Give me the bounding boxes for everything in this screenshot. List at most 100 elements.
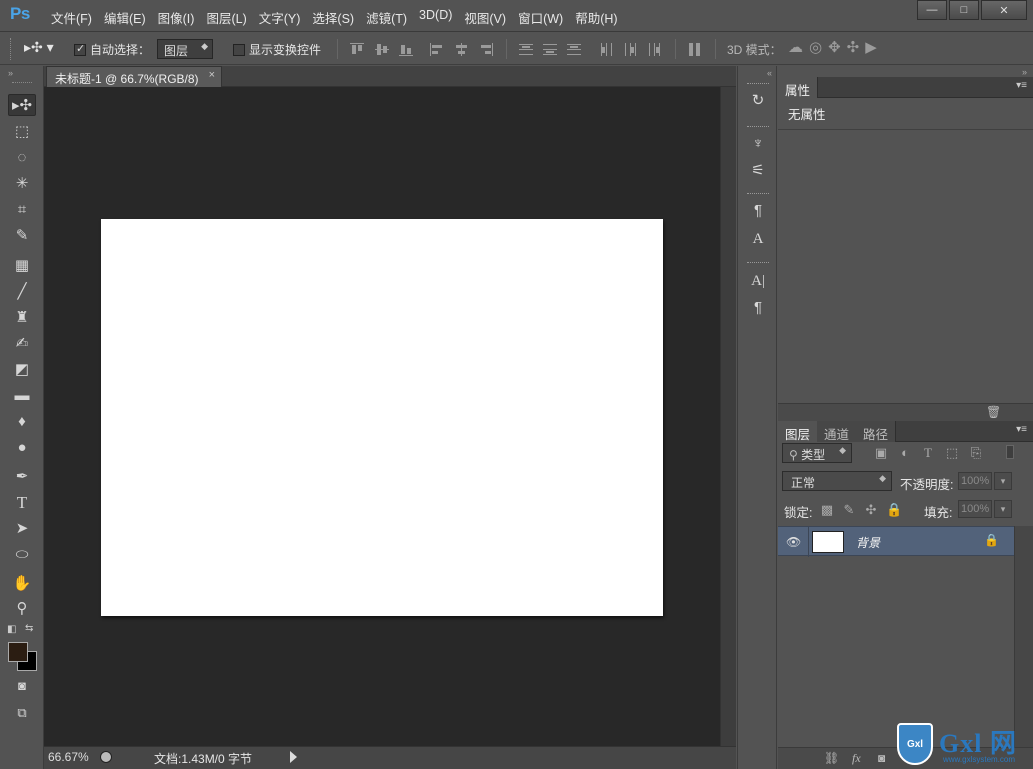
- document-canvas[interactable]: [101, 219, 663, 616]
- blend-mode-dropdown[interactable]: 正常 ◆: [782, 471, 892, 491]
- dock-grip[interactable]: [747, 262, 769, 265]
- dodge-tool-icon[interactable]: ●: [8, 437, 36, 459]
- eyedropper-icon[interactable]: ✎: [8, 225, 36, 247]
- distribute-top-icon[interactable]: [519, 43, 533, 56]
- trash-icon[interactable]: 🗑: [986, 405, 1001, 419]
- magic-wand-icon[interactable]: ✳: [8, 173, 36, 195]
- align-vcenter-icon[interactable]: [375, 43, 389, 56]
- default-colors-icon[interactable]: ◧: [7, 624, 16, 635]
- link-layers-icon[interactable]: ⛓: [824, 751, 839, 765]
- layer-mask-icon[interactable]: ◙: [878, 751, 885, 765]
- type-filter-icon[interactable]: T: [921, 446, 935, 460]
- zoom-level[interactable]: 66.67%: [48, 750, 89, 764]
- align-left-icon[interactable]: [430, 43, 444, 56]
- dock-grip[interactable]: [747, 126, 769, 129]
- distribute-right-icon[interactable]: [648, 43, 662, 56]
- menu-filter[interactable]: 滤镜(T): [361, 8, 412, 27]
- pixel-filter-icon[interactable]: ▣: [874, 446, 888, 460]
- quick-mask-icon[interactable]: ◙: [8, 675, 36, 697]
- menu-image[interactable]: 图像(I): [153, 8, 200, 27]
- path-selection-icon[interactable]: ➤: [8, 518, 36, 540]
- document-tab[interactable]: 未标题-1 @ 66.7%(RGB/8) ×: [46, 66, 222, 87]
- type-tool-icon[interactable]: T: [8, 492, 36, 514]
- layer-row-background[interactable]: 👁 背景 🔒: [778, 526, 1014, 557]
- lasso-tool-icon[interactable]: ◌: [8, 147, 36, 169]
- history-brush-icon[interactable]: ✍: [8, 333, 36, 355]
- lock-all-icon[interactable]: 🔒: [886, 503, 902, 517]
- panel-menu-icon[interactable]: ▾≡: [1016, 424, 1027, 435]
- lock-transparent-icon[interactable]: ▩: [820, 503, 834, 517]
- healing-brush-icon[interactable]: ▦: [8, 255, 36, 277]
- close-tab-icon[interactable]: ×: [209, 69, 215, 81]
- distribute-bottom-icon[interactable]: [567, 43, 581, 56]
- menu-layer[interactable]: 图层(L): [201, 8, 251, 27]
- menu-help[interactable]: 帮助(H): [570, 8, 622, 27]
- brush-presets-icon[interactable]: ♆: [746, 133, 770, 155]
- shape-filter-icon[interactable]: ⬚: [945, 446, 959, 460]
- lock-position-icon[interactable]: ✣: [864, 503, 878, 517]
- tool-presets-icon[interactable]: ⚟: [746, 160, 770, 182]
- close-button[interactable]: ✕: [981, 0, 1027, 20]
- history-panel-icon[interactable]: ↻: [746, 90, 770, 112]
- distribute-vcenter-icon[interactable]: [543, 43, 557, 56]
- vertical-scrollbar[interactable]: [720, 87, 736, 746]
- character-styles-icon[interactable]: A: [746, 228, 770, 250]
- dock-grip[interactable]: [747, 83, 769, 86]
- fill-arrow-icon[interactable]: ▾: [994, 500, 1012, 518]
- paragraph-panel-icon[interactable]: ¶: [746, 297, 770, 319]
- distribute-hcenter-icon[interactable]: [624, 43, 638, 56]
- layers-list-empty-area[interactable]: [778, 557, 1014, 747]
- eraser-icon[interactable]: ◩: [8, 359, 36, 381]
- crop-tool-icon[interactable]: ⌗: [8, 199, 36, 221]
- distribute-left-icon[interactable]: [600, 43, 614, 56]
- swap-colors-icon[interactable]: ⇆: [25, 623, 33, 634]
- menu-view[interactable]: 视图(V): [459, 8, 511, 27]
- restore-button[interactable]: □: [949, 0, 979, 20]
- panel-menu-icon[interactable]: ▾≡: [1016, 80, 1027, 91]
- move-tool-icon[interactable]: ▸✣: [8, 94, 36, 116]
- layer-filter-dropdown[interactable]: ⚲ 类型 ◆: [782, 443, 852, 463]
- align-top-icon[interactable]: [350, 43, 364, 56]
- opacity-input[interactable]: 100%: [958, 472, 992, 490]
- adjustment-filter-icon[interactable]: ◐: [898, 446, 912, 460]
- tab-channels[interactable]: 通道: [817, 421, 858, 442]
- character-panel-icon[interactable]: A|: [746, 270, 770, 292]
- status-menu-arrow-icon[interactable]: [290, 751, 297, 763]
- layers-scrollbar[interactable]: [1014, 526, 1033, 748]
- hand-tool-icon[interactable]: ✋: [8, 573, 36, 595]
- lock-icon[interactable]: 🔒: [984, 533, 999, 547]
- show-transform-checkbox[interactable]: 显示变换控件: [233, 41, 321, 58]
- tab-paths[interactable]: 路径: [856, 421, 897, 442]
- brush-tool-icon[interactable]: ╱: [8, 281, 36, 303]
- screen-mode-icon[interactable]: ⧉: [8, 702, 36, 724]
- menu-edit[interactable]: 编辑(E): [99, 8, 151, 27]
- pen-tool-icon[interactable]: ✒: [8, 466, 36, 488]
- align-right-icon[interactable]: [479, 43, 493, 56]
- status-info-icon[interactable]: [100, 751, 112, 763]
- ellipse-tool-icon[interactable]: ⬭: [8, 544, 36, 566]
- dock-grip[interactable]: [747, 193, 769, 196]
- collapse-icon[interactable]: »: [8, 68, 13, 78]
- minimize-button[interactable]: —: [917, 0, 947, 20]
- toolbox-grip[interactable]: [12, 82, 32, 84]
- fill-input[interactable]: 100%: [958, 500, 992, 518]
- auto-select-dropdown[interactable]: 图层 ◆: [157, 39, 213, 59]
- tab-layers[interactable]: 图层: [778, 421, 819, 442]
- layer-name[interactable]: 背景: [856, 534, 880, 551]
- opacity-arrow-icon[interactable]: ▾: [994, 472, 1012, 490]
- paragraph-styles-icon[interactable]: ¶: [746, 200, 770, 222]
- menu-select[interactable]: 选择(S): [307, 8, 359, 27]
- gradient-tool-icon[interactable]: ▬: [8, 385, 36, 407]
- foreground-color-swatch[interactable]: [8, 642, 28, 662]
- canvas-workspace[interactable]: [44, 87, 720, 746]
- filter-toggle[interactable]: [1006, 445, 1014, 459]
- align-hcenter-icon[interactable]: [455, 43, 469, 56]
- expand-icon[interactable]: »: [1022, 67, 1027, 77]
- eye-icon[interactable]: 👁: [786, 535, 801, 549]
- lock-pixels-icon[interactable]: ✎: [842, 503, 856, 517]
- menu-window[interactable]: 窗口(W): [513, 8, 568, 27]
- collapse-icon[interactable]: «: [767, 68, 772, 78]
- menu-type[interactable]: 文字(Y): [254, 8, 306, 27]
- options-grip[interactable]: [10, 38, 12, 60]
- align-bottom-icon[interactable]: [399, 43, 413, 56]
